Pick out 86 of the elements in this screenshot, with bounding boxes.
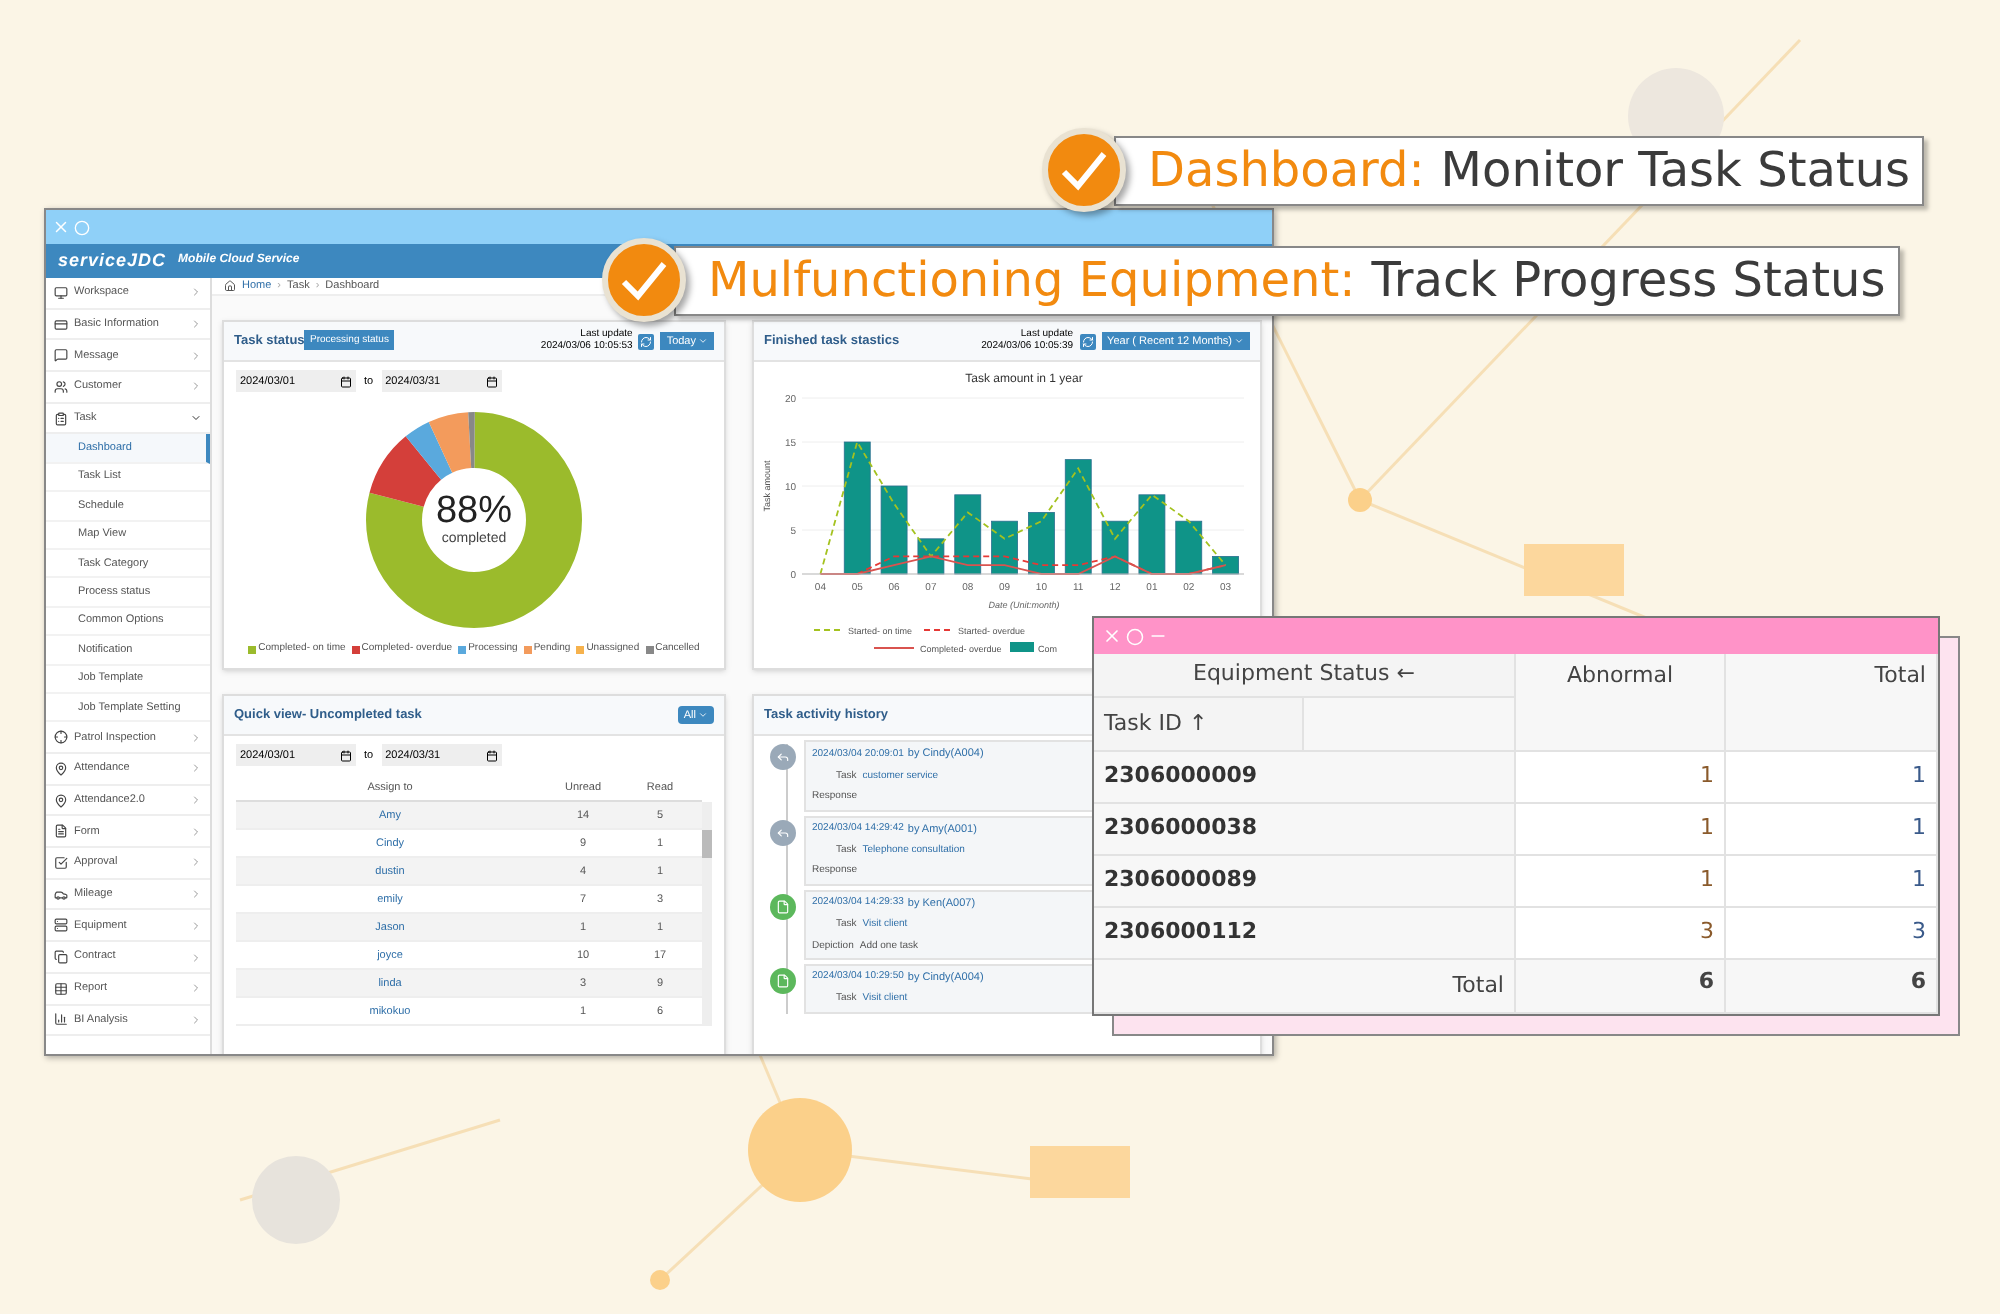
task-id-cell: 2306000009 — [1094, 752, 1516, 804]
chevron-icon — [190, 856, 202, 869]
menu-icon — [54, 793, 68, 808]
chevron-icon — [190, 919, 202, 932]
callout-text: Monitor Task Status — [1440, 140, 1911, 202]
menu-icon — [54, 950, 68, 964]
table-cell: 1 — [1726, 752, 1938, 804]
menu-icon — [54, 379, 68, 394]
document-badge-icon — [770, 968, 796, 994]
menu-icon — [54, 761, 68, 776]
network-node — [1348, 488, 1372, 512]
chevron-icon — [190, 349, 202, 362]
close-icon[interactable] — [1102, 626, 1122, 646]
chevron-icon — [190, 762, 202, 775]
menu-icon — [54, 887, 68, 902]
chevron-icon — [190, 982, 202, 995]
table-cell: 1 — [1726, 804, 1938, 856]
bar — [1064, 459, 1092, 575]
table-cell: 1 — [1516, 856, 1726, 908]
bar — [1175, 521, 1203, 575]
table-cell: 1 — [1516, 804, 1726, 856]
chevron-icon — [190, 794, 202, 807]
menu-icon — [54, 1012, 68, 1027]
menu-icon — [54, 824, 68, 839]
network-node — [748, 1098, 852, 1202]
table-cell: 3 — [1516, 908, 1726, 960]
table-cell: 1 — [1726, 856, 1938, 908]
chevron-icon — [190, 731, 202, 744]
caret-icon — [698, 336, 708, 347]
refresh-button[interactable] — [1079, 333, 1096, 350]
menu-icon — [54, 411, 68, 426]
caret-icon — [1234, 336, 1244, 347]
maximize-icon[interactable] — [1126, 627, 1144, 645]
menu-icon — [54, 918, 68, 933]
menu-icon — [54, 855, 68, 870]
bar — [1028, 512, 1055, 575]
chevron-icon — [190, 412, 202, 425]
callout-highlight: Mulfunctioning Equipment: — [708, 250, 1356, 312]
table-cell: 6 — [1726, 960, 1938, 1014]
bar — [954, 494, 982, 575]
bar — [1212, 556, 1239, 575]
tag-shape — [1524, 544, 1624, 596]
task-id-cell: 2306000089 — [1094, 856, 1516, 908]
calendar-icon — [485, 375, 498, 388]
close-icon[interactable] — [52, 218, 70, 236]
bar — [843, 442, 871, 575]
chevron-icon — [190, 380, 202, 393]
chevron-icon — [190, 951, 202, 963]
calendar-icon — [340, 375, 352, 388]
chevron-icon — [190, 286, 202, 299]
chevron-icon — [190, 1013, 202, 1026]
bar — [991, 521, 1018, 575]
menu-icon — [54, 317, 68, 332]
percent-value: 88% — [435, 491, 513, 529]
maximize-icon[interactable] — [74, 219, 90, 235]
reply-badge-icon — [770, 819, 796, 845]
reply-badge-icon — [770, 744, 796, 771]
home-icon — [224, 280, 236, 293]
bar — [1138, 494, 1166, 575]
refresh-button[interactable] — [638, 333, 655, 350]
menu-icon — [54, 348, 68, 363]
network-node — [650, 1270, 670, 1290]
task-id-cell: 2306000038 — [1094, 804, 1516, 856]
tag-shape — [1030, 1146, 1130, 1198]
menu-icon — [54, 981, 68, 996]
row-header: Task ID ↑ — [1094, 698, 1304, 752]
table-cell: 6 — [1516, 960, 1726, 1014]
document-badge-icon — [770, 893, 796, 920]
bar — [880, 486, 908, 575]
chevron-icon — [190, 888, 202, 901]
table-cell: 1 — [1516, 752, 1726, 804]
chevron-icon — [190, 318, 202, 331]
scrollbar[interactable] — [702, 802, 712, 1027]
caret-icon — [698, 710, 708, 721]
calendar-icon — [485, 749, 498, 762]
menu-icon — [54, 285, 68, 300]
task-id-cell: 2306000112 — [1094, 908, 1516, 960]
table-cell: 3 — [1726, 908, 1938, 960]
chevron-icon — [190, 825, 202, 838]
calendar-icon — [340, 749, 352, 762]
pivot-header: Equipment Status ← — [1094, 654, 1516, 698]
callout-highlight: Dashboard: — [1148, 140, 1425, 202]
app-logo: serviceJDC — [58, 247, 167, 274]
callout-text: Track Progress Status — [1371, 250, 1886, 312]
menu-icon — [54, 730, 68, 745]
total-label: Total — [1094, 960, 1516, 1014]
